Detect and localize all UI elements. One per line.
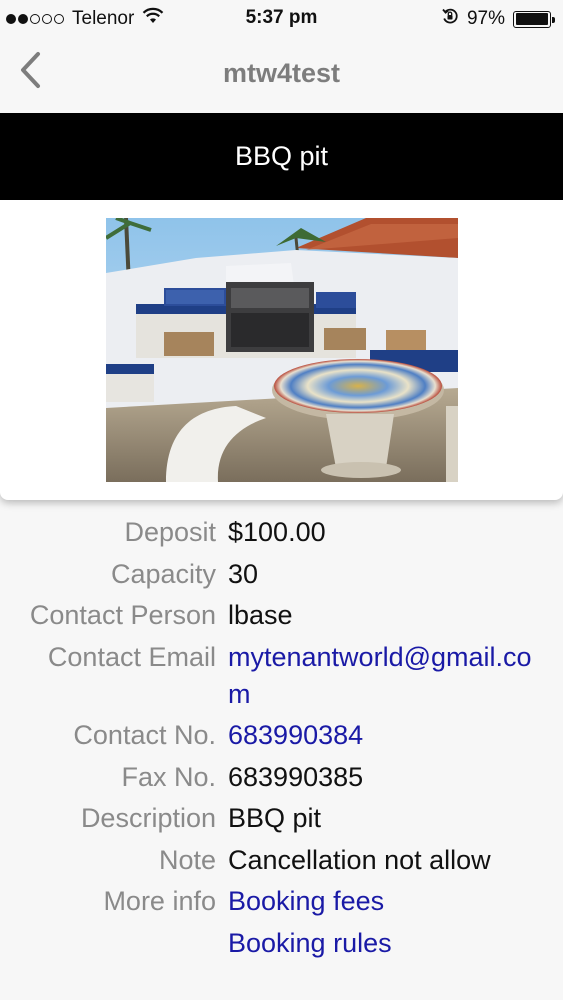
detail-row-contact-person: Contact Person lbase <box>0 597 563 634</box>
note-value: Cancellation not allow <box>228 844 491 875</box>
detail-row-capacity: Capacity 30 <box>0 556 563 593</box>
detail-label: Contact Person <box>29 600 216 630</box>
detail-row-contact-email: Contact Email mytenantworld@gmail.com <box>0 639 563 713</box>
facility-photo <box>106 218 458 482</box>
detail-row-deposit: Deposit $100.00 <box>0 514 563 551</box>
detail-label: Contact No. <box>73 720 216 750</box>
facility-details: Deposit $100.00 Capacity 30 Contact Pers… <box>0 514 563 971</box>
detail-label: Deposit <box>124 517 216 547</box>
status-bar: Telenor 5:37 pm 97% <box>0 0 563 36</box>
rotation-lock-icon <box>441 7 459 31</box>
contact-phone-link[interactable]: 683990384 <box>228 717 563 754</box>
booking-rules-link[interactable]: Booking rules <box>228 925 406 962</box>
detail-label: Capacity <box>110 558 216 589</box>
navigation-bar: mtw4test <box>0 36 563 113</box>
detail-label: Fax No. <box>121 761 216 792</box>
deposit-value: $100.00 <box>228 517 326 547</box>
detail-label: Note <box>158 844 216 875</box>
contact-email-link[interactable]: mytenantworld@gmail.com <box>228 639 563 713</box>
nav-title: mtw4test <box>222 58 341 88</box>
detail-label: Contact Email <box>47 641 216 672</box>
detail-row-description: Description BBQ pit <box>0 800 563 837</box>
detail-label: Description <box>80 803 216 833</box>
battery-percentage: 97% <box>466 8 505 29</box>
battery-icon <box>513 10 555 28</box>
facility-title: BBQ pit <box>234 141 329 171</box>
capacity-value: 30 <box>228 558 259 589</box>
detail-row-note: Note Cancellation not allow <box>0 842 563 879</box>
fax-value: 683990385 <box>228 761 364 792</box>
detail-label: More info <box>103 886 216 916</box>
image-card <box>0 200 563 500</box>
detail-row-contact-no: Contact No. 683990384 <box>0 717 563 754</box>
contact-person-value: lbase <box>228 600 293 630</box>
status-right: 97% <box>441 7 555 31</box>
detail-row-more-info: More info Booking fees Booking rules <box>0 883 563 966</box>
description-value: BBQ pit <box>228 803 322 833</box>
detail-row-fax-no: Fax No. 683990385 <box>0 759 563 796</box>
facility-title-banner: BBQ pit <box>0 113 563 200</box>
booking-fees-link[interactable]: Booking fees <box>228 883 406 920</box>
more-info-links: Booking fees Booking rules <box>228 883 406 966</box>
